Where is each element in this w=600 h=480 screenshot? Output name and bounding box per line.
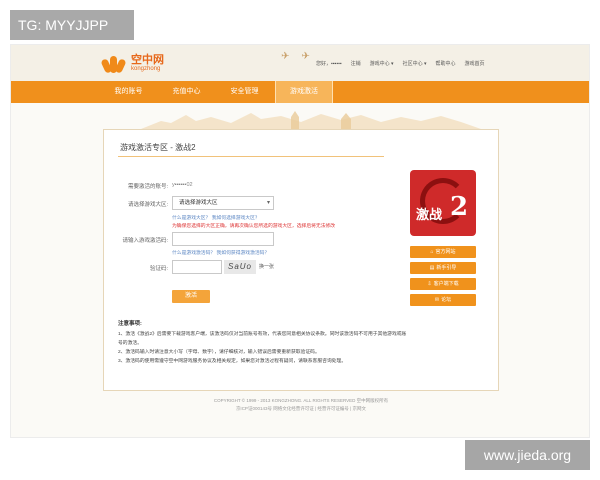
captcha-refresh-link[interactable]: 换一张 [259, 263, 274, 270]
title-divider [118, 156, 384, 157]
activate-button[interactable]: 激活 [172, 290, 210, 303]
account-value: y▪▪▪▪▪▪02 [172, 182, 193, 188]
newbie-guide-button[interactable]: ▤ 新手引导 [410, 262, 476, 274]
nav-game-activation[interactable]: 游戏激活 [275, 81, 333, 103]
newbie-guide-label: 新手引导 [436, 265, 457, 271]
top-links: 您好，▪▪▪▪▪▪ 注销 游戏中心 ▾ 社区中心 ▾ 帮助中心 游戏首页 [316, 45, 485, 81]
user-greeting: 您好，▪▪▪▪▪▪ [316, 60, 342, 67]
scenery-decoration [141, 111, 481, 129]
forum-button[interactable]: ✉ 论坛 [410, 294, 476, 306]
official-site-label: 官方网站 [435, 249, 456, 255]
code-label: 请输入游戏激活码: [122, 238, 168, 244]
help-center-link[interactable]: 帮助中心 [435, 60, 455, 67]
game-name: 激战 [416, 208, 443, 223]
kongzhong-logo-icon [100, 51, 127, 75]
server-warning: 为确保您选择的大区正确，请再次确认您所选的游戏大区，选择后将无法修改 [172, 224, 336, 229]
chevron-down-icon: ▾ [266, 200, 270, 206]
server-select[interactable]: 请选择游戏大区 ▾ [172, 196, 274, 210]
game-numeral: 2 [450, 192, 469, 222]
game-logo[interactable]: 激战 2 [410, 170, 476, 236]
download-icon: ⇩ [427, 281, 432, 287]
nav-recharge[interactable]: 充值中心 [159, 81, 214, 103]
account-label: 需要激活的账号: [127, 184, 168, 190]
chat-icon: ✉ [434, 297, 440, 303]
logo-cn-text: 空中网 [131, 53, 164, 66]
site-header: 空中网 kongzhong ✈✈ 您好，▪▪▪▪▪▪ 注销 游戏中心 ▾ 社区中… [11, 45, 589, 81]
official-site-button[interactable]: ⌂ 官方网站 [410, 246, 476, 258]
code-hint-link[interactable]: 什么是游戏激活码？ 我如何获得游戏激活码？ [172, 249, 269, 256]
watermark-bottom-right: www.jieda.org [465, 440, 590, 470]
activation-code-input[interactable] [172, 232, 274, 246]
activation-card: 游戏激活专区 - 激战2 需要激活的账号: y▪▪▪▪▪▪02 请选择游戏大区:… [103, 129, 499, 391]
home-icon: ⌂ [430, 249, 434, 255]
page-frame: 空中网 kongzhong ✈✈ 您好，▪▪▪▪▪▪ 注销 游戏中心 ▾ 社区中… [10, 44, 590, 438]
nav-security[interactable]: 安全管理 [217, 81, 272, 103]
note-item: 1、激活《激战2》后需要下载游戏客户端，该激活码仅对当前账号有效，代表您同意相关… [118, 332, 407, 346]
page-title: 游戏激活专区 - 激战2 [120, 143, 196, 152]
server-select-value: 请选择游戏大区 [179, 200, 218, 206]
captcha-image[interactable]: SaUo [224, 260, 256, 274]
community-center-menu[interactable]: 社区中心 ▾ [403, 60, 427, 67]
logo-en-text: kongzhong [131, 65, 161, 72]
watermark-top-left: TG: MYYJJPP [10, 10, 134, 40]
footer-copyright: COPYRIGHT © 1999 - 2013 KONGZHONG. ALL R… [213, 398, 389, 403]
logout-link[interactable]: 注销 [351, 60, 361, 67]
note-item: 3、激活码的使用需遵守空中网游戏服务协议及相关规定，如果您对激活过程有疑问，请联… [118, 359, 347, 364]
forum-label: 论坛 [441, 297, 452, 303]
server-hint-link[interactable]: 什么是游戏大区？ 我如何选择游戏大区？ [172, 214, 260, 221]
nav-my-account[interactable]: 我的账号 [101, 81, 156, 103]
main-nav: 我的账号 充值中心 安全管理 游戏激活 [11, 81, 589, 103]
notes-section: 注意事项: 1、激活《激战2》后需要下载游戏客户端，该激活码仅对当前账号有效，代… [118, 320, 408, 366]
note-item: 2、激活码输入时请注意大小写（字母、数字），请仔细核对，输入错误后需要重新获取验… [118, 350, 320, 355]
client-download-button[interactable]: ⇩ 客户端下载 [410, 278, 476, 290]
footer-license: 京ICP证000143号 网络文化经营许可证 | 经营许可证编号 | 京网文 [235, 406, 367, 411]
game-home-link[interactable]: 游戏首页 [464, 60, 484, 67]
captcha-label: 验证码: [149, 266, 168, 272]
game-center-menu[interactable]: 游戏中心 ▾ [370, 60, 394, 67]
captcha-input[interactable] [172, 260, 222, 274]
notes-title: 注意事项: [118, 321, 142, 327]
server-label: 请选择游戏大区: [127, 202, 168, 208]
client-download-label: 客户端下载 [433, 281, 459, 287]
site-logo[interactable]: 空中网 kongzhong [100, 49, 164, 77]
site-footer: COPYRIGHT © 1999 - 2013 KONGZHONG. ALL R… [11, 397, 589, 413]
book-icon: ▤ [429, 265, 435, 271]
